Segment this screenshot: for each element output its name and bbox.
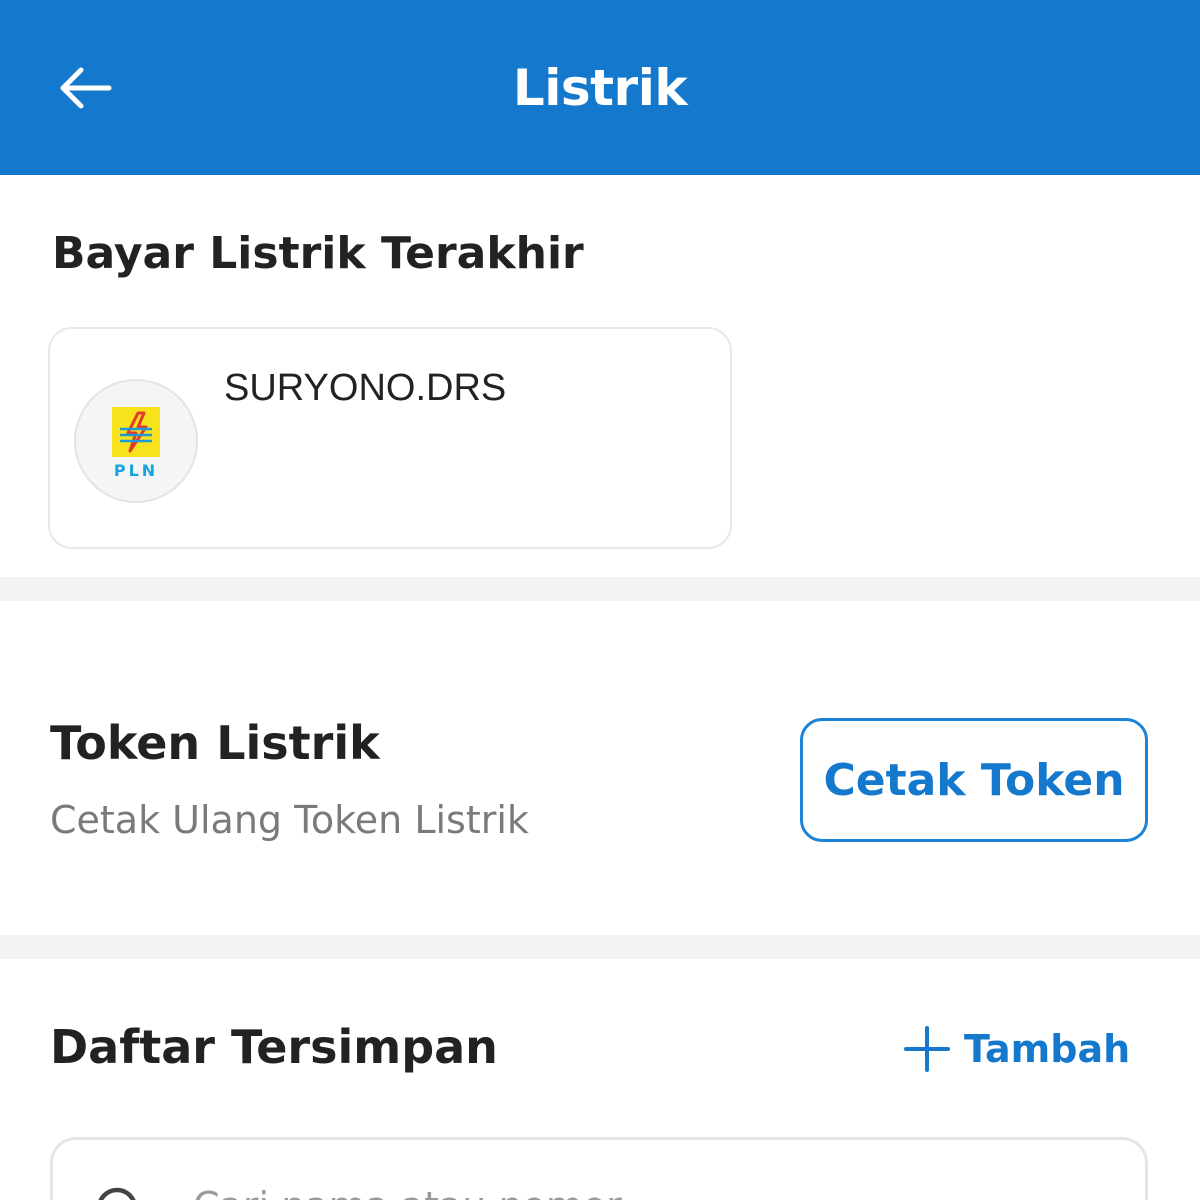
- back-button[interactable]: [40, 48, 130, 128]
- provider-avatar: PLN: [74, 379, 198, 503]
- recent-payment-title: Bayar Listrik Terakhir: [52, 228, 584, 279]
- recent-payment-card[interactable]: PLN SURYONO.DRS: [48, 327, 732, 549]
- token-section-title: Token Listrik: [50, 716, 380, 770]
- search-box[interactable]: [50, 1137, 1148, 1200]
- add-saved-label: Tambah: [964, 1027, 1131, 1071]
- page-title: Listrik: [512, 58, 688, 117]
- print-token-button[interactable]: Cetak Token: [800, 718, 1148, 842]
- app-header: Listrik: [0, 0, 1200, 175]
- search-input[interactable]: [193, 1176, 1093, 1200]
- recent-customer-name: SURYONO.DRS: [224, 367, 507, 409]
- arrow-left-icon: [60, 67, 112, 109]
- section-divider: [0, 935, 1200, 959]
- pln-logo-text: PLN: [113, 461, 159, 480]
- add-saved-button[interactable]: Tambah: [904, 1020, 1130, 1078]
- token-section-subtitle: Cetak Ulang Token Listrik: [50, 798, 529, 842]
- search-icon: [98, 1187, 136, 1200]
- section-divider: [0, 577, 1200, 601]
- pln-logo-icon: [112, 407, 160, 457]
- plus-icon: [904, 1026, 950, 1072]
- saved-list-title: Daftar Tersimpan: [50, 1020, 498, 1074]
